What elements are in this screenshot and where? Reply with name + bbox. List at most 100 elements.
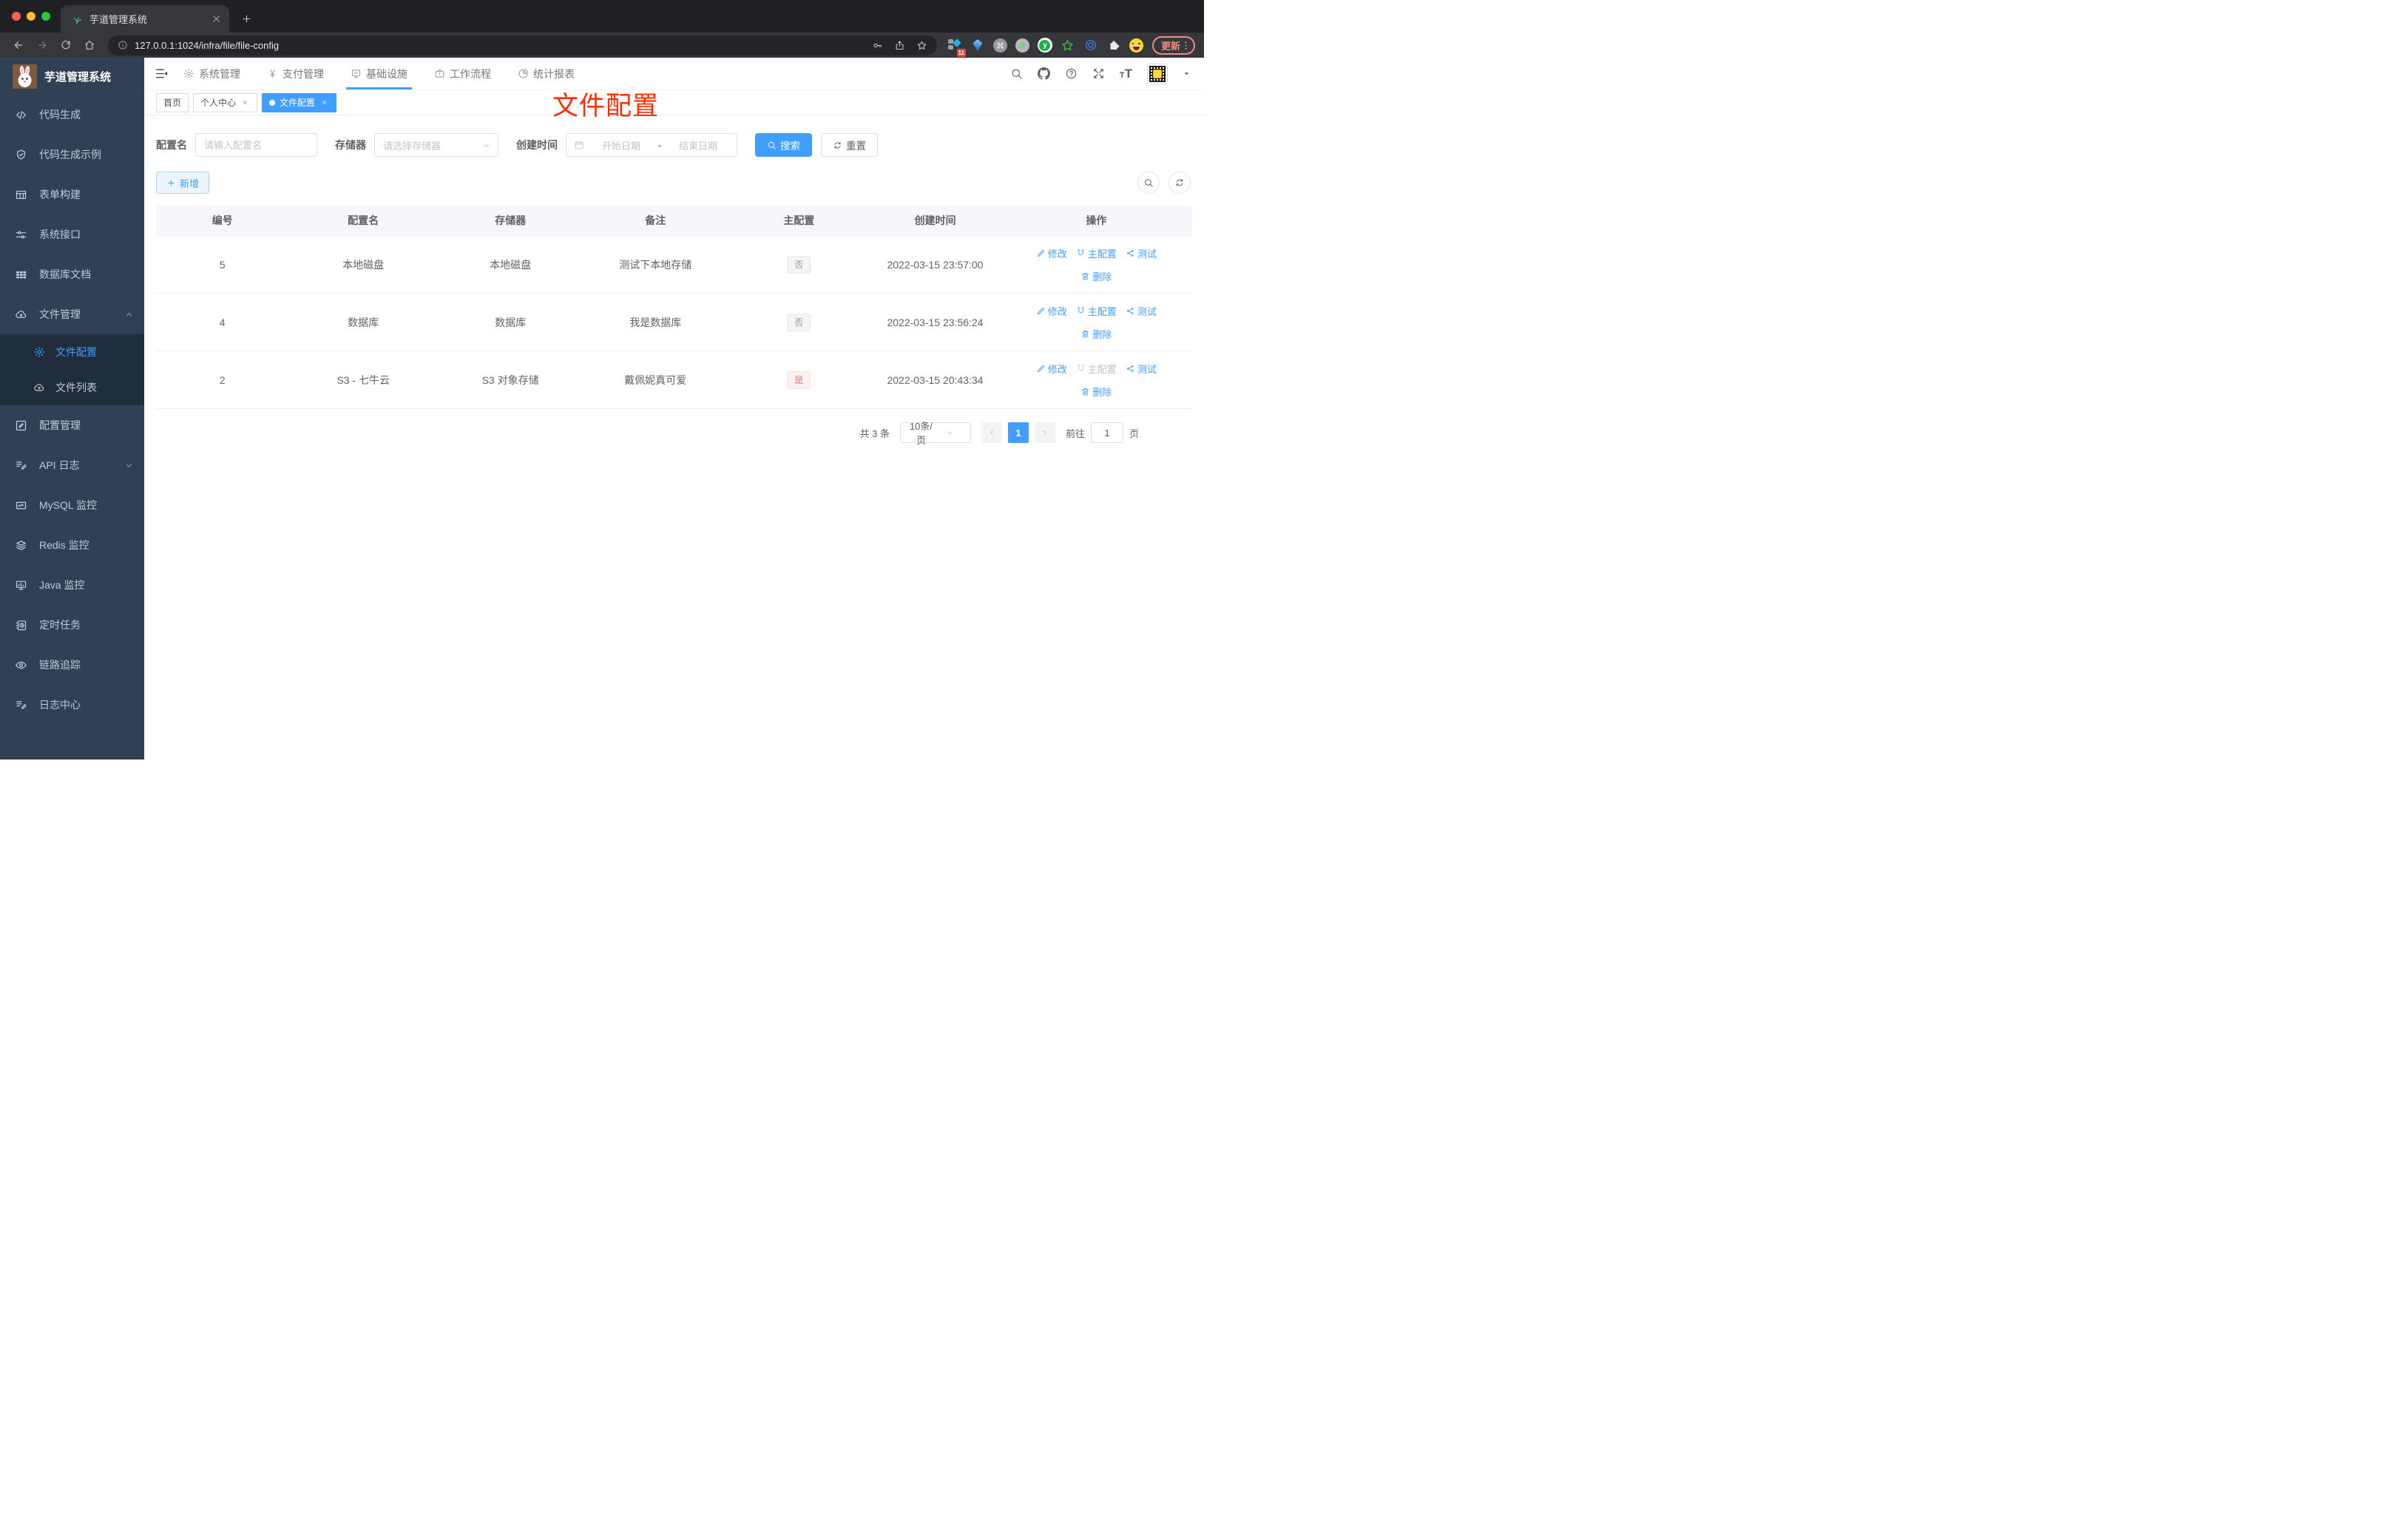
show-search-button[interactable] <box>1137 172 1160 194</box>
kebab-menu-icon[interactable] <box>1180 40 1191 51</box>
new-tab-button[interactable] <box>237 9 256 28</box>
nav-item-pay[interactable]: 支付管理 <box>267 58 324 89</box>
home-button[interactable] <box>80 36 98 55</box>
sidebar-item-api-log[interactable]: API 日志 <box>0 445 144 485</box>
sidebar-item-code-gen[interactable]: 代码生成 <box>0 95 144 135</box>
back-button[interactable] <box>9 36 27 55</box>
sidebar-item-config-manage[interactable]: 配置管理 <box>0 405 144 445</box>
password-key-icon[interactable] <box>872 40 883 51</box>
user-avatar[interactable] <box>1147 63 1168 84</box>
prev-page-button[interactable] <box>981 422 1002 443</box>
share-icon[interactable] <box>894 40 905 51</box>
reload-button[interactable] <box>56 36 75 55</box>
column-header: 备注 <box>645 214 666 226</box>
extension-star-icon[interactable] <box>1061 38 1075 53</box>
sidebar-item-scheduled-job[interactable]: 定时任务 <box>0 605 144 645</box>
column-header: 配置名 <box>348 214 379 226</box>
page-size-select[interactable]: 10条/页 <box>899 421 971 446</box>
nav-item-report[interactable]: 统计报表 <box>518 58 575 89</box>
row-action-edit[interactable]: 修改 <box>1036 246 1067 260</box>
sidebar-item-system-api[interactable]: 系统接口 <box>0 214 144 254</box>
sidebar-item-db-doc[interactable]: 数据库文档 <box>0 254 144 294</box>
avatar-caret-icon[interactable] <box>1183 70 1191 78</box>
sidebar-item-log-center[interactable]: 日志中心 <box>0 685 144 725</box>
browser-tabstrip: 芋道管理系统 <box>0 0 1204 33</box>
sidebar-item-tracing[interactable]: 链路追踪 <box>0 645 144 685</box>
sidebar-item-mysql-monitor[interactable]: MySQL 监控 <box>0 485 144 525</box>
reset-button[interactable]: 重置 <box>821 133 878 157</box>
tag-home[interactable]: 首页 <box>156 92 189 112</box>
address-bar[interactable]: 127.0.0.1:1024/infra/file/file-config <box>108 35 937 55</box>
row-action-primary[interactable]: 主配置 <box>1076 246 1117 260</box>
search-icon[interactable] <box>1010 67 1023 80</box>
font-size-icon[interactable]: TT <box>1120 67 1132 80</box>
browser-update-button[interactable]: 更新 <box>1151 35 1195 55</box>
nav-item-system[interactable]: 系统管理 <box>183 58 240 89</box>
site-info-icon[interactable] <box>118 40 128 50</box>
header-actions: TT <box>1010 63 1191 84</box>
extension-command-icon[interactable] <box>992 38 1007 53</box>
goto-page-input[interactable] <box>1090 422 1123 443</box>
tag-profile[interactable]: 个人中心 <box>193 92 258 112</box>
window-zoom-button[interactable] <box>41 12 50 21</box>
tag-close-icon[interactable] <box>319 98 329 107</box>
bookmark-star-icon[interactable] <box>916 40 927 51</box>
start-date-placeholder[interactable]: 开始日期 <box>590 138 652 152</box>
sidebar-item-form-build[interactable]: 表单构建 <box>0 175 144 214</box>
forward-button[interactable] <box>33 36 51 55</box>
table-header: 编号 配置名 存储器 备注 主配置 创建时间 操作 <box>156 206 1192 235</box>
extension-record-icon[interactable] <box>1015 38 1029 53</box>
window-close-button[interactable] <box>12 12 21 21</box>
chevron-down-icon <box>124 461 134 470</box>
sidebar-item-file-config[interactable]: 文件配置 <box>0 334 144 370</box>
row-action-test[interactable]: 测试 <box>1126 304 1157 318</box>
extension-sidebar-icon[interactable]: 11 <box>947 38 966 57</box>
sidebar-item-java-monitor[interactable]: Java 监控 <box>0 565 144 605</box>
next-page-button[interactable] <box>1034 422 1055 443</box>
app-logo[interactable]: 芋道管理系统 <box>0 58 144 95</box>
page-1-button[interactable]: 1 <box>1007 422 1029 443</box>
storage-select-placeholder: 请选择存储器 <box>383 140 442 152</box>
sidebar-item-code-demo[interactable]: 代码生成示例 <box>0 135 144 175</box>
tag-file-config[interactable]: 文件配置 <box>262 92 337 112</box>
row-action-delete[interactable]: 删除 <box>1080 327 1112 341</box>
sidebar-item-file-manage[interactable]: 文件管理 <box>0 294 144 334</box>
storage-select[interactable]: 请选择存储器 <box>374 133 498 157</box>
sidebar-item-file-list[interactable]: 文件列表 <box>0 370 144 405</box>
extension-y-icon[interactable]: y <box>1037 38 1052 53</box>
sidebar-item-redis-monitor[interactable]: Redis 监控 <box>0 525 144 565</box>
row-action-edit[interactable]: 修改 <box>1036 362 1067 376</box>
extension-emoji-icon[interactable] <box>1129 38 1143 53</box>
browser-tab[interactable]: 芋道管理系统 <box>61 5 229 33</box>
help-icon[interactable] <box>1065 67 1078 80</box>
row-action-primary[interactable]: 主配置 <box>1076 304 1117 318</box>
pencil-icon <box>1036 364 1046 373</box>
search-button[interactable]: 搜索 <box>755 133 812 157</box>
row-action-delete[interactable]: 删除 <box>1080 385 1112 399</box>
fullscreen-icon[interactable] <box>1092 67 1105 80</box>
date-range-picker[interactable]: 开始日期 - 结束日期 <box>566 133 737 157</box>
nav-item-workflow[interactable]: 工作流程 <box>434 58 491 89</box>
sidebar-item-label: 数据库文档 <box>39 268 91 280</box>
chevron-up-icon <box>124 310 134 319</box>
tab-close-icon[interactable] <box>211 13 222 24</box>
extension-puzzle-icon[interactable] <box>1106 38 1121 53</box>
config-name-input[interactable] <box>195 133 317 157</box>
refresh-table-button[interactable] <box>1169 172 1191 194</box>
github-icon[interactable] <box>1037 67 1050 80</box>
nav-item-infra[interactable]: 基础设施 <box>346 58 412 89</box>
row-action-test[interactable]: 测试 <box>1126 362 1157 376</box>
table-row: 5 本地磁盘 本地磁盘 测试下本地存储 否 2022-03-15 23:57:00 修改 主配… <box>156 235 1192 293</box>
row-action-edit[interactable]: 修改 <box>1036 304 1067 318</box>
row-action-test[interactable]: 测试 <box>1126 246 1157 260</box>
window-minimize-button[interactable] <box>27 12 35 21</box>
tag-close-icon[interactable] <box>240 98 250 107</box>
end-date-placeholder[interactable]: 结束日期 <box>667 138 729 152</box>
form-icon <box>15 189 27 201</box>
extension-rings-icon[interactable] <box>1083 38 1098 53</box>
url-text[interactable]: 127.0.0.1:1024/infra/file/file-config <box>135 40 865 51</box>
row-action-delete[interactable]: 删除 <box>1080 269 1112 283</box>
extension-gem-icon[interactable] <box>970 38 985 53</box>
menu-fold-icon[interactable] <box>155 67 169 81</box>
add-button[interactable]: 新增 <box>156 172 210 194</box>
